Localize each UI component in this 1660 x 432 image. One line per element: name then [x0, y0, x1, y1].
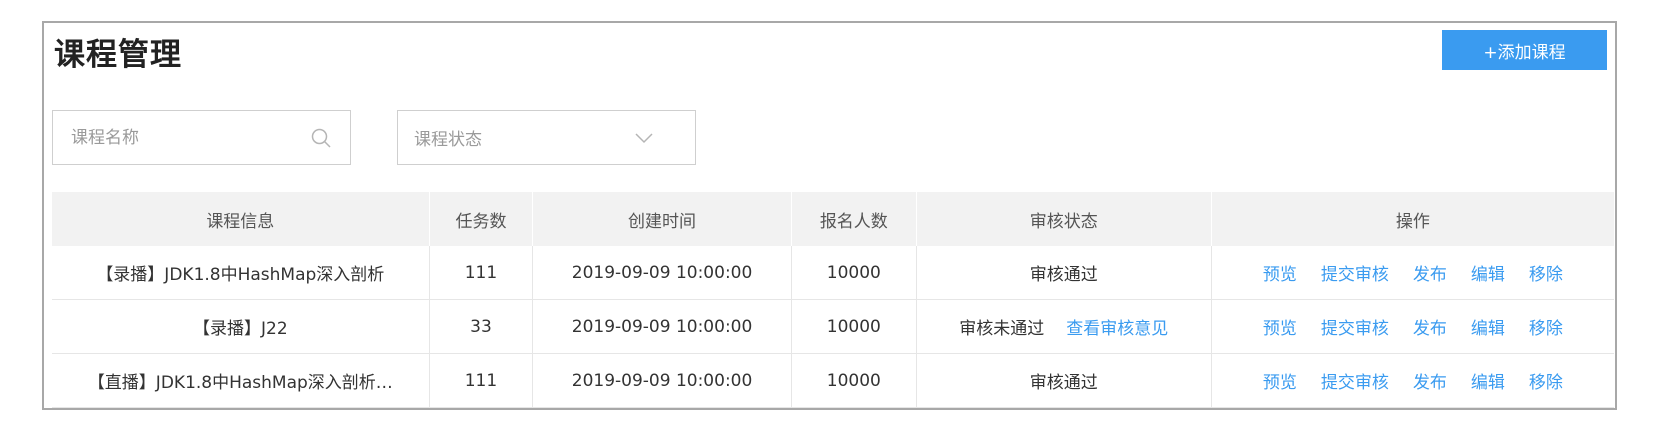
course-table: 课程信息 任务数 创建时间 报名人数 审核状态 操作 【录播】JDK1.8中Ha… [52, 192, 1614, 408]
course-info-cell: 【录播】JDK1.8中HashMap深入剖析 [52, 246, 430, 300]
actions-cell: 预览 提交审核 发布 编辑 移除 [1211, 353, 1614, 408]
review-status-cell: 审核未通过 查看审核意见 [916, 299, 1212, 354]
actions-cell: 预览 提交审核 发布 编辑 移除 [1211, 246, 1614, 300]
review-status-text: 审核未通过 [959, 319, 1045, 339]
course-status-placeholder: 课程状态 [414, 130, 482, 150]
created-time-cell: 2019-09-09 10:00:00 [532, 353, 792, 408]
table-header-row: 课程信息 任务数 创建时间 报名人数 审核状态 操作 [52, 192, 1614, 246]
task-count-cell: 33 [429, 299, 534, 354]
task-count-cell: 111 [429, 246, 534, 300]
course-name-search[interactable] [52, 110, 351, 165]
remove-link[interactable]: 移除 [1529, 260, 1563, 285]
enrolled-count-cell: 10000 [791, 246, 917, 300]
table-row: 【录播】JDK1.8中HashMap深入剖析 111 2019-09-09 10… [52, 246, 1614, 300]
page-title: 课程管理 [54, 37, 182, 73]
publish-link[interactable]: 发布 [1413, 368, 1447, 393]
review-status-text: 审核通过 [1029, 265, 1098, 285]
preview-link[interactable]: 预览 [1263, 368, 1297, 393]
submit-review-link[interactable]: 提交审核 [1321, 314, 1389, 339]
edit-link[interactable]: 编辑 [1471, 260, 1505, 285]
course-management-panel: 课程管理 +添加课程 课程状态 课程信息 [42, 21, 1617, 410]
course-info-cell: 【录播】J22 [52, 299, 430, 354]
preview-link[interactable]: 预览 [1263, 260, 1297, 285]
submit-review-link[interactable]: 提交审核 [1321, 260, 1389, 285]
column-header-review-status: 审核状态 [916, 192, 1212, 246]
edit-link[interactable]: 编辑 [1471, 314, 1505, 339]
table-row: 【录播】J22 33 2019-09-09 10:00:00 10000 审核未… [52, 299, 1614, 354]
remove-link[interactable]: 移除 [1529, 314, 1563, 339]
enrolled-count-cell: 10000 [791, 353, 917, 408]
review-status-cell: 审核通过 [916, 246, 1212, 300]
edit-link[interactable]: 编辑 [1471, 368, 1505, 393]
view-review-comments-link[interactable]: 查看审核意见 [1066, 314, 1168, 339]
column-header-tasks: 任务数 [429, 192, 534, 246]
review-status-text: 审核通过 [1029, 373, 1098, 393]
table-row: 【直播】JDK1.8中HashMap深入剖析… 111 2019-09-09 1… [52, 353, 1614, 408]
publish-link[interactable]: 发布 [1413, 314, 1447, 339]
remove-link[interactable]: 移除 [1529, 368, 1563, 393]
preview-link[interactable]: 预览 [1263, 314, 1297, 339]
chevron-down-icon [629, 128, 659, 148]
created-time-cell: 2019-09-09 10:00:00 [532, 299, 792, 354]
course-info-cell: 【直播】JDK1.8中HashMap深入剖析… [52, 353, 430, 408]
column-header-info: 课程信息 [52, 192, 430, 246]
submit-review-link[interactable]: 提交审核 [1321, 368, 1389, 393]
publish-link[interactable]: 发布 [1413, 260, 1447, 285]
task-count-cell: 111 [429, 353, 534, 408]
column-header-created: 创建时间 [532, 192, 792, 246]
course-status-select[interactable]: 课程状态 [397, 110, 696, 165]
actions-cell: 预览 提交审核 发布 编辑 移除 [1211, 299, 1614, 354]
add-course-button[interactable]: +添加课程 [1442, 30, 1607, 70]
course-name-input[interactable] [69, 126, 308, 149]
column-header-actions: 操作 [1211, 192, 1614, 246]
enrolled-count-cell: 10000 [791, 299, 917, 354]
search-icon[interactable] [308, 125, 334, 151]
created-time-cell: 2019-09-09 10:00:00 [532, 246, 792, 300]
column-header-enrolled: 报名人数 [791, 192, 917, 246]
review-status-cell: 审核通过 [916, 353, 1212, 408]
